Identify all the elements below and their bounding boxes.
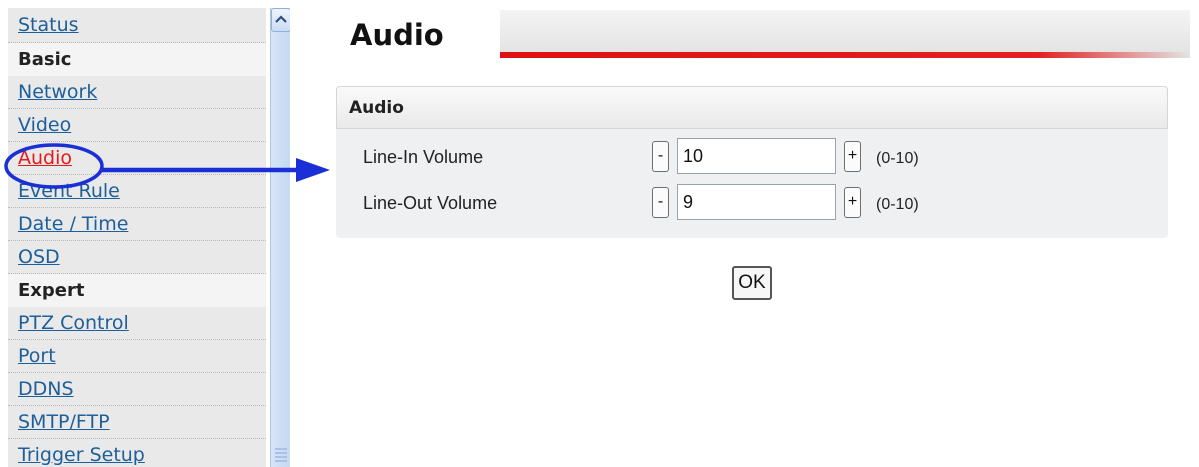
line-out-volume-input[interactable] — [677, 184, 836, 220]
sidebar-item-port[interactable]: Port — [8, 340, 266, 373]
line-out-increase-button[interactable]: + — [844, 187, 861, 218]
header-accent-line — [500, 52, 1190, 58]
sidebar-scrollbar[interactable] — [270, 8, 290, 467]
sidebar-item-osd[interactable]: OSD — [8, 241, 266, 274]
scroll-up-button[interactable] — [271, 8, 290, 32]
sidebar-item-trigger-setup[interactable]: Trigger Setup — [8, 439, 266, 467]
line-out-range: (0-10) — [876, 196, 919, 213]
sidebar-item-network[interactable]: Network — [8, 76, 266, 109]
line-in-row: Line-In Volume - + (0-10) — [336, 138, 1168, 178]
chevron-up-icon — [275, 15, 287, 23]
line-in-decrease-button[interactable]: - — [652, 141, 669, 172]
sidebar-section-expert: Expert — [8, 274, 266, 307]
sidebar-section-basic: Basic — [8, 43, 266, 76]
ok-button[interactable]: OK — [732, 266, 772, 300]
annotation-arrow-head — [296, 158, 330, 182]
line-in-label: Line-In Volume — [363, 147, 484, 167]
sidebar-item-video[interactable]: Video — [8, 109, 266, 142]
sidebar-item-ddns[interactable]: DDNS — [8, 373, 266, 406]
header-bar — [500, 10, 1190, 58]
sidebar-item-smtp-ftp[interactable]: SMTP/FTP — [8, 406, 266, 439]
line-out-decrease-button[interactable]: - — [652, 187, 669, 218]
page-root: Status Basic Network Video Audio Event R… — [0, 0, 1199, 467]
scrollbar-grip[interactable] — [275, 448, 287, 464]
sidebar-item-ptz-control[interactable]: PTZ Control — [8, 307, 266, 340]
sidebar-item-event-rule[interactable]: Event Rule — [8, 175, 266, 208]
sidebar: Status Basic Network Video Audio Event R… — [8, 8, 290, 467]
sidebar-item-date-time[interactable]: Date / Time — [8, 208, 266, 241]
sidebar-item-status[interactable]: Status — [8, 8, 266, 43]
nav-list: Status Basic Network Video Audio Event R… — [8, 8, 266, 467]
sidebar-item-audio[interactable]: Audio — [8, 142, 266, 175]
audio-panel: Audio Line-In Volume - + (0-10) Line-Out… — [336, 86, 1168, 238]
line-out-label: Line-Out Volume — [363, 193, 498, 213]
panel-title: Audio — [336, 86, 1168, 129]
line-in-range: (0-10) — [876, 150, 919, 167]
page-title: Audio — [350, 18, 444, 52]
line-in-increase-button[interactable]: + — [844, 141, 861, 172]
line-in-volume-input[interactable] — [677, 138, 836, 174]
line-out-row: Line-Out Volume - + (0-10) — [336, 184, 1168, 224]
